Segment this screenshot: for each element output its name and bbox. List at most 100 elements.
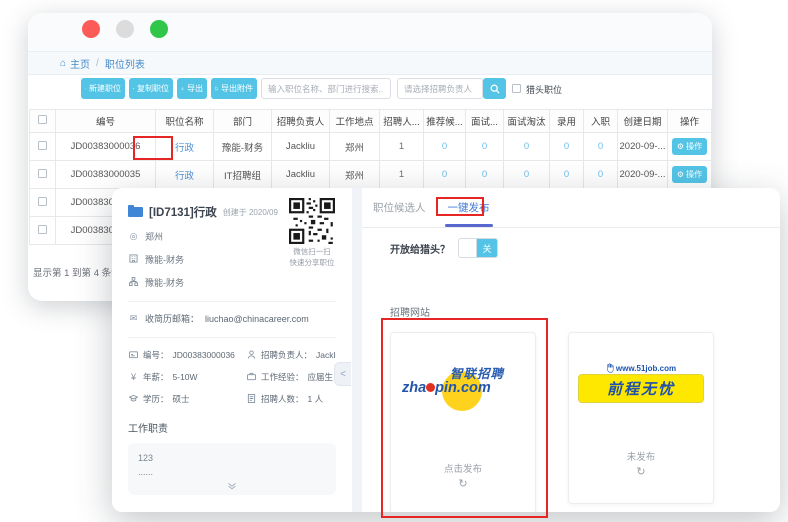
recommended-count-link[interactable]: 0 (442, 169, 447, 180)
interview-out-count-link[interactable]: 0 (524, 169, 529, 180)
plus-icon (85, 85, 86, 92)
field-value: 硕士 (173, 393, 190, 405)
field-job-id: 编号：JD00383000036 (128, 349, 246, 361)
owner-select-input[interactable] (397, 78, 483, 99)
document-icon (246, 394, 257, 405)
row-action-button[interactable]: ⚙操作 (672, 138, 707, 155)
graduation-cap-icon (128, 394, 139, 405)
window-close-button[interactable] (82, 20, 100, 38)
breadcrumb: ⌂ 主页 / 职位列表 (28, 52, 712, 75)
duty-line: 123 (138, 451, 326, 465)
row-checkbox[interactable] (38, 169, 47, 178)
gear-icon: ⚙ (677, 142, 684, 151)
headhunter-checkbox[interactable] (512, 84, 521, 93)
interview-count-link[interactable]: 0 (482, 169, 487, 180)
headhunter-toggle-row: 开放给猎头？ 关 (390, 238, 780, 258)
briefcase-icon (246, 372, 257, 383)
col-header-title: 职位名称 (156, 110, 214, 133)
window-minimize-button[interactable] (116, 20, 134, 38)
resume-email-value: liuchao@chinacareer.com (205, 314, 309, 324)
publish-panel: 职位候选人 一键发布 开放给猎头？ 关 招聘网站 智联招聘 (362, 188, 780, 512)
panel-collapse-handle[interactable]: < (334, 362, 351, 386)
zhaopin-red-dot (426, 383, 435, 392)
search-button[interactable] (483, 78, 506, 99)
refresh-icon[interactable]: ↻ (391, 477, 535, 490)
site-cards: 智联招聘 zhapin.com 点击发布 ↻ www.51job.com (390, 332, 780, 512)
field-value: 1 人 (308, 393, 324, 405)
copy-icon (133, 85, 134, 92)
cell-created-date: 2020-09-... (618, 133, 668, 161)
field-label: 招聘负责人： (261, 349, 312, 361)
divider (128, 337, 336, 338)
field-owner: 招聘负责人：Jackliu (246, 349, 336, 361)
toggle-knob (459, 239, 477, 257)
field-label: 年薪： (143, 371, 169, 383)
expand-chevron-icon[interactable] (227, 482, 238, 492)
email-icon: ✉ (128, 314, 139, 323)
duty-content-box: 123 ...... (128, 443, 336, 495)
export-attachment-label: 导出附件 (221, 83, 253, 94)
row-checkbox[interactable] (38, 225, 47, 234)
col-header-recommended: 推荐候... (424, 110, 466, 133)
export-attachment-button[interactable]: 导出附件 (211, 78, 257, 99)
job-title-link[interactable]: 行政 (175, 143, 194, 154)
job51-site-card[interactable]: www.51job.com 前程无忧 未发布 ↻ (568, 332, 714, 504)
interview-out-count-link[interactable]: 0 (524, 141, 529, 152)
select-all-checkbox[interactable] (38, 115, 47, 124)
job51-logo-url-row: www.51job.com (578, 363, 704, 373)
tab-one-click-publish[interactable]: 一键发布 (448, 200, 490, 215)
field-headcount: 招聘人数： 1 人 (246, 393, 336, 405)
table-row: JD00383000035 行政 IT招聘组 Jackliu 郑州 1 0 0 … (30, 161, 712, 189)
row-action-button[interactable]: ⚙操作 (672, 166, 707, 183)
headhunter-toggle[interactable]: 关 (458, 238, 498, 258)
publish-panel-body: 开放给猎头？ 关 招聘网站 智联招聘 zhapin.com 点击发布 (362, 228, 780, 512)
field-education: 学历： 硕士 (128, 393, 246, 405)
export-label: 导出 (187, 83, 203, 94)
row-checkbox[interactable] (38, 141, 47, 150)
new-job-button[interactable]: 新建职位 (81, 78, 125, 99)
requirement-section-title: 任职要求 (128, 510, 336, 512)
person-icon (246, 350, 257, 361)
zhaopin-site-card[interactable]: 智联招聘 zhapin.com 点击发布 ↻ (390, 332, 536, 512)
job51-url: www.51job.com (616, 364, 676, 373)
onboard-count-link[interactable]: 0 (598, 169, 603, 180)
window-titlebar (28, 13, 712, 52)
cell-owner: Jackliu (272, 133, 330, 161)
window-zoom-button[interactable] (150, 20, 168, 38)
zhaopin-publish-status[interactable]: 点击发布 (391, 461, 535, 475)
field-value: 应届生 (308, 371, 334, 383)
breadcrumb-separator: / (96, 58, 99, 69)
hired-count-link[interactable]: 0 (564, 141, 569, 152)
cell-job-id: JD00383000035 (56, 161, 156, 189)
salary-icon: ¥ (128, 373, 139, 382)
field-label: 招聘人数： (261, 393, 304, 405)
field-label: 学历： (143, 393, 169, 405)
col-header-headcount: 招聘人... (380, 110, 424, 133)
search-input[interactable] (261, 78, 391, 99)
job-created-date: 创建于 2020/09 (223, 207, 278, 218)
breadcrumb-home[interactable]: 主页 (70, 56, 90, 71)
interview-count-link[interactable]: 0 (482, 141, 487, 152)
refresh-icon[interactable]: ↻ (569, 465, 713, 478)
copy-job-button[interactable]: 复制职位 (129, 78, 173, 99)
row-checkbox[interactable] (38, 197, 47, 206)
headhunter-question-label: 开放给猎头？ (390, 241, 450, 256)
onboard-count-link[interactable]: 0 (598, 141, 603, 152)
zhaopin-logo-en: zhapin.com (402, 380, 491, 396)
tab-candidates[interactable]: 职位候选人 (373, 200, 426, 215)
col-header-interview: 面试... (466, 110, 504, 133)
modal-tabs: 职位候选人 一键发布 (362, 188, 780, 228)
cell-location: 郑州 (330, 161, 380, 189)
job-title-link[interactable]: 行政 (175, 171, 194, 182)
job-summary-panel: [ID7131]行政 创建于 2020/09 (112, 188, 352, 512)
job-detail-modal: [ID7131]行政 创建于 2020/09 (112, 188, 780, 512)
table-header-row: 编号 职位名称 部门 招聘负责人 工作地点 招聘人... 推荐候... 面试..… (30, 110, 712, 133)
recommended-count-link[interactable]: 0 (442, 141, 447, 152)
search-icon (490, 84, 500, 94)
zhaopin-logo: 智联招聘 zhapin.com (402, 363, 524, 415)
field-value: JD00383000036 (173, 350, 235, 360)
qr-code (289, 198, 335, 244)
export-button[interactable]: 导出 (177, 78, 207, 99)
hired-count-link[interactable]: 0 (564, 169, 569, 180)
resume-email-row: ✉ 收简历邮箱： liuchao@chinacareer.com (128, 312, 336, 325)
